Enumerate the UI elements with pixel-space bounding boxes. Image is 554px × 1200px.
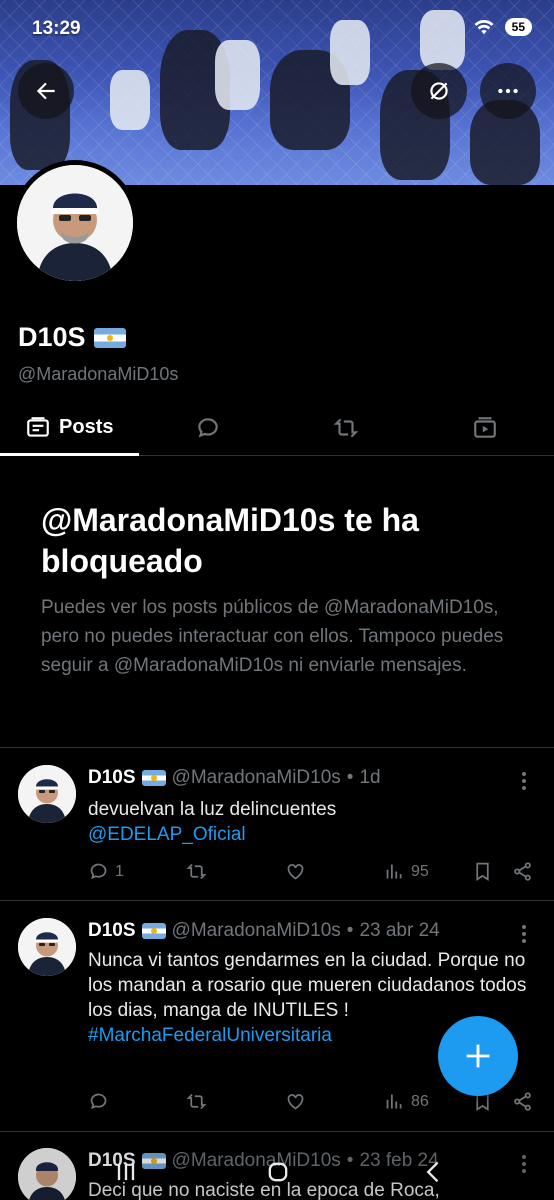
arrow-left-icon <box>36 82 55 100</box>
blocked-title: @MaradonaMiD10s te ha bloqueado <box>41 502 419 579</box>
post-actions: 1 95 <box>88 861 538 887</box>
post-text: devuelvan la luz delincuentes @EDELAP_Of… <box>88 797 528 847</box>
separator-dot: • <box>346 920 354 941</box>
separator-dot: • <box>346 767 354 788</box>
like-button[interactable] <box>285 1091 306 1112</box>
post-handle: @MaradonaMiD10s <box>171 767 341 788</box>
battery-indicator: 55 <box>504 18 532 36</box>
reply-button[interactable] <box>88 1091 109 1112</box>
recent-apps-icon <box>117 1163 135 1181</box>
views-chart-icon <box>386 864 402 879</box>
heart-icon <box>287 1094 304 1110</box>
grok-icon <box>430 82 448 100</box>
avatar-photo <box>18 765 76 823</box>
avatar-photo <box>17 165 133 281</box>
display-name: D10S <box>18 322 86 352</box>
back-button[interactable] <box>18 63 74 119</box>
divider <box>0 747 554 748</box>
like-button[interactable] <box>285 861 306 882</box>
bookmark-icon <box>476 862 489 882</box>
media-icon <box>473 416 496 438</box>
heart-icon <box>287 864 304 880</box>
home-button[interactable] <box>258 1152 298 1192</box>
argentina-flag-icon <box>141 770 166 786</box>
post-more-button[interactable] <box>514 922 534 946</box>
argentina-flag-icon <box>93 327 126 348</box>
more-horizontal-icon <box>498 88 518 94</box>
wifi-icon <box>474 19 494 35</box>
views-count: 95 <box>411 862 429 880</box>
views-chart-icon <box>386 1094 402 1109</box>
divider <box>0 1131 554 1132</box>
profile-tabs: Posts <box>0 400 554 456</box>
profile-banner: 13:29 55 <box>0 0 554 185</box>
profile-handle: @MaradonaMiD10s <box>18 364 179 384</box>
home-icon <box>268 1162 288 1182</box>
post-body: devuelvan la luz delincuentes <box>88 799 337 820</box>
views-button[interactable]: 86 <box>384 1091 429 1112</box>
post-handle: @MaradonaMiD10s <box>171 920 341 941</box>
profile-avatar[interactable] <box>12 160 138 286</box>
post-header: D10S @MaradonaMiD10s • 23 abr 24 <box>88 920 508 942</box>
plus-icon <box>466 1044 490 1068</box>
chevron-left-icon <box>426 1161 439 1183</box>
status-time: 13:29 <box>32 18 81 39</box>
views-count: 86 <box>411 1092 429 1110</box>
posts-icon <box>27 416 49 437</box>
grok-button[interactable] <box>411 63 467 119</box>
reply-count: 1 <box>115 862 124 880</box>
post-item[interactable]: D10S @MaradonaMiD10s • 1d devuelvan la l… <box>0 765 554 895</box>
tab-media[interactable] <box>416 400 554 455</box>
profile-name: D10S <box>18 322 126 353</box>
post-time: 1d <box>359 767 381 788</box>
retweet-icon <box>186 863 207 880</box>
post-avatar[interactable] <box>18 765 76 823</box>
divider <box>0 900 554 901</box>
reply-icon <box>90 863 107 880</box>
bookmark-button[interactable] <box>472 861 493 882</box>
repost-button[interactable] <box>186 1091 207 1112</box>
blocked-body: Puedes ver los posts públicos de @Marado… <box>41 597 504 676</box>
post-author: D10S <box>88 920 136 941</box>
post-more-button[interactable] <box>514 769 534 793</box>
compose-post-button[interactable] <box>438 1016 518 1096</box>
system-navigation-bar <box>0 1140 554 1200</box>
tab-reposts[interactable] <box>277 400 416 455</box>
tab-replies[interactable] <box>139 400 278 455</box>
status-icons: 55 <box>473 18 532 36</box>
share-icon <box>514 862 531 881</box>
share-icon <box>514 1092 531 1111</box>
share-button[interactable] <box>512 1091 533 1112</box>
reply-button[interactable]: 1 <box>88 861 124 882</box>
post-mention-link[interactable]: @EDELAP_Oficial <box>88 822 528 847</box>
argentina-flag-icon <box>141 923 166 939</box>
repost-button[interactable] <box>186 861 207 882</box>
reply-bubble-icon <box>197 417 218 437</box>
tab-posts-label: Posts <box>59 416 114 438</box>
share-button[interactable] <box>512 861 533 882</box>
avatar-photo <box>18 918 76 976</box>
tab-posts[interactable]: Posts <box>0 400 139 456</box>
more-options-button[interactable] <box>480 63 536 119</box>
post-body: Nunca vi tantos gendarmes en la ciudad. … <box>88 950 527 1021</box>
post-header: D10S @MaradonaMiD10s • 1d <box>88 767 508 789</box>
retweet-icon <box>333 418 359 437</box>
retweet-icon <box>186 1093 207 1110</box>
post-time: 23 abr 24 <box>359 920 440 941</box>
views-button[interactable]: 95 <box>384 861 429 882</box>
recent-apps-button[interactable] <box>106 1152 146 1192</box>
reply-icon <box>90 1093 107 1110</box>
post-author: D10S <box>88 767 136 788</box>
system-back-button[interactable] <box>414 1152 454 1192</box>
post-avatar[interactable] <box>18 918 76 976</box>
